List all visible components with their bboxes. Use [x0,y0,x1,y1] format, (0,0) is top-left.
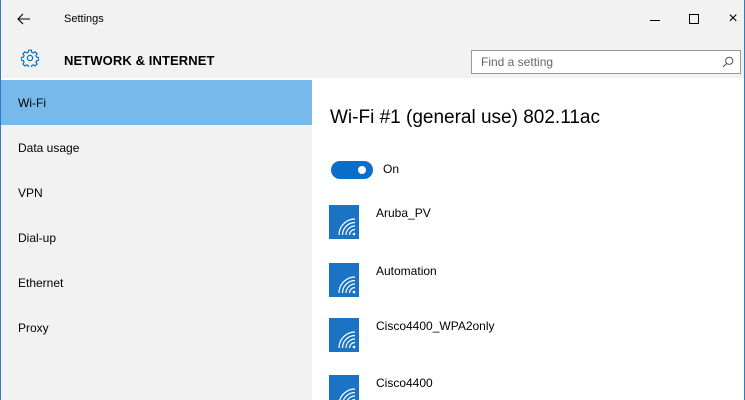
sidebar-item-label: VPN [18,185,43,200]
page-title: Wi-Fi #1 (general use) 802.11ac [330,107,600,128]
sidebar-item-ethernet[interactable]: Ethernet [1,260,312,305]
gear-icon [21,49,39,67]
network-name: Cisco4400 [376,376,433,390]
title-bar: Settings × [1,0,744,38]
toggle-label: On [383,162,400,176]
network-name: Aruba_PV [376,206,431,220]
sidebar-item-label: Dial-up [18,230,57,245]
search-input[interactable] [472,52,712,72]
arrow-left-icon [17,13,30,25]
sidebar-item-label: Wi-Fi [18,95,46,110]
settings-window: Settings × NETWORK & INTERNET Find a set… [0,0,745,400]
network-item[interactable]: Cisco4400 [329,375,729,400]
sidebar-item-proxy[interactable]: Proxy [1,305,312,350]
wifi-icon [329,205,359,239]
window-title: Settings [64,13,104,25]
sidebar-item-label: Data usage [18,140,80,155]
main-content: Wi-Fi #1 (general use) 802.11ac On Aruba… [312,80,744,400]
sidebar-item-label: Proxy [18,320,49,335]
sidebar-item-wifi[interactable]: Wi-Fi [1,80,312,125]
maximize-icon [689,14,699,24]
search-box[interactable] [471,50,741,74]
sidebar-item-label: Ethernet [18,275,64,290]
network-item[interactable]: Cisco4400_WPA2only [329,318,729,358]
sidebar-item-data-usage[interactable]: Data usage [1,125,312,170]
minimize-icon [650,19,660,21]
network-name: Automation [376,264,437,278]
close-icon: × [728,10,738,27]
network-item[interactable]: Automation [329,263,729,303]
network-name: Cisco4400_WPA2only [376,319,495,333]
wifi-icon [329,375,359,400]
sidebar-item-vpn[interactable]: VPN [1,170,312,215]
wifi-icon [329,263,359,297]
toggle-knob [358,166,366,174]
wifi-icon [329,318,359,352]
minimize-button[interactable] [635,6,675,32]
close-button[interactable]: × [713,6,744,32]
page-header: NETWORK & INTERNET [1,38,744,78]
back-button[interactable] [9,6,39,32]
sidebar: Wi-Fi Data usage VPN Dial-up Ethernet Pr… [1,80,312,400]
section-title: NETWORK & INTERNET [64,53,215,68]
wifi-toggle[interactable] [331,161,373,179]
search-icon[interactable] [722,56,734,68]
sidebar-item-dial-up[interactable]: Dial-up [1,215,312,260]
network-item[interactable]: Aruba_PV [329,205,729,245]
maximize-button[interactable] [674,6,714,32]
